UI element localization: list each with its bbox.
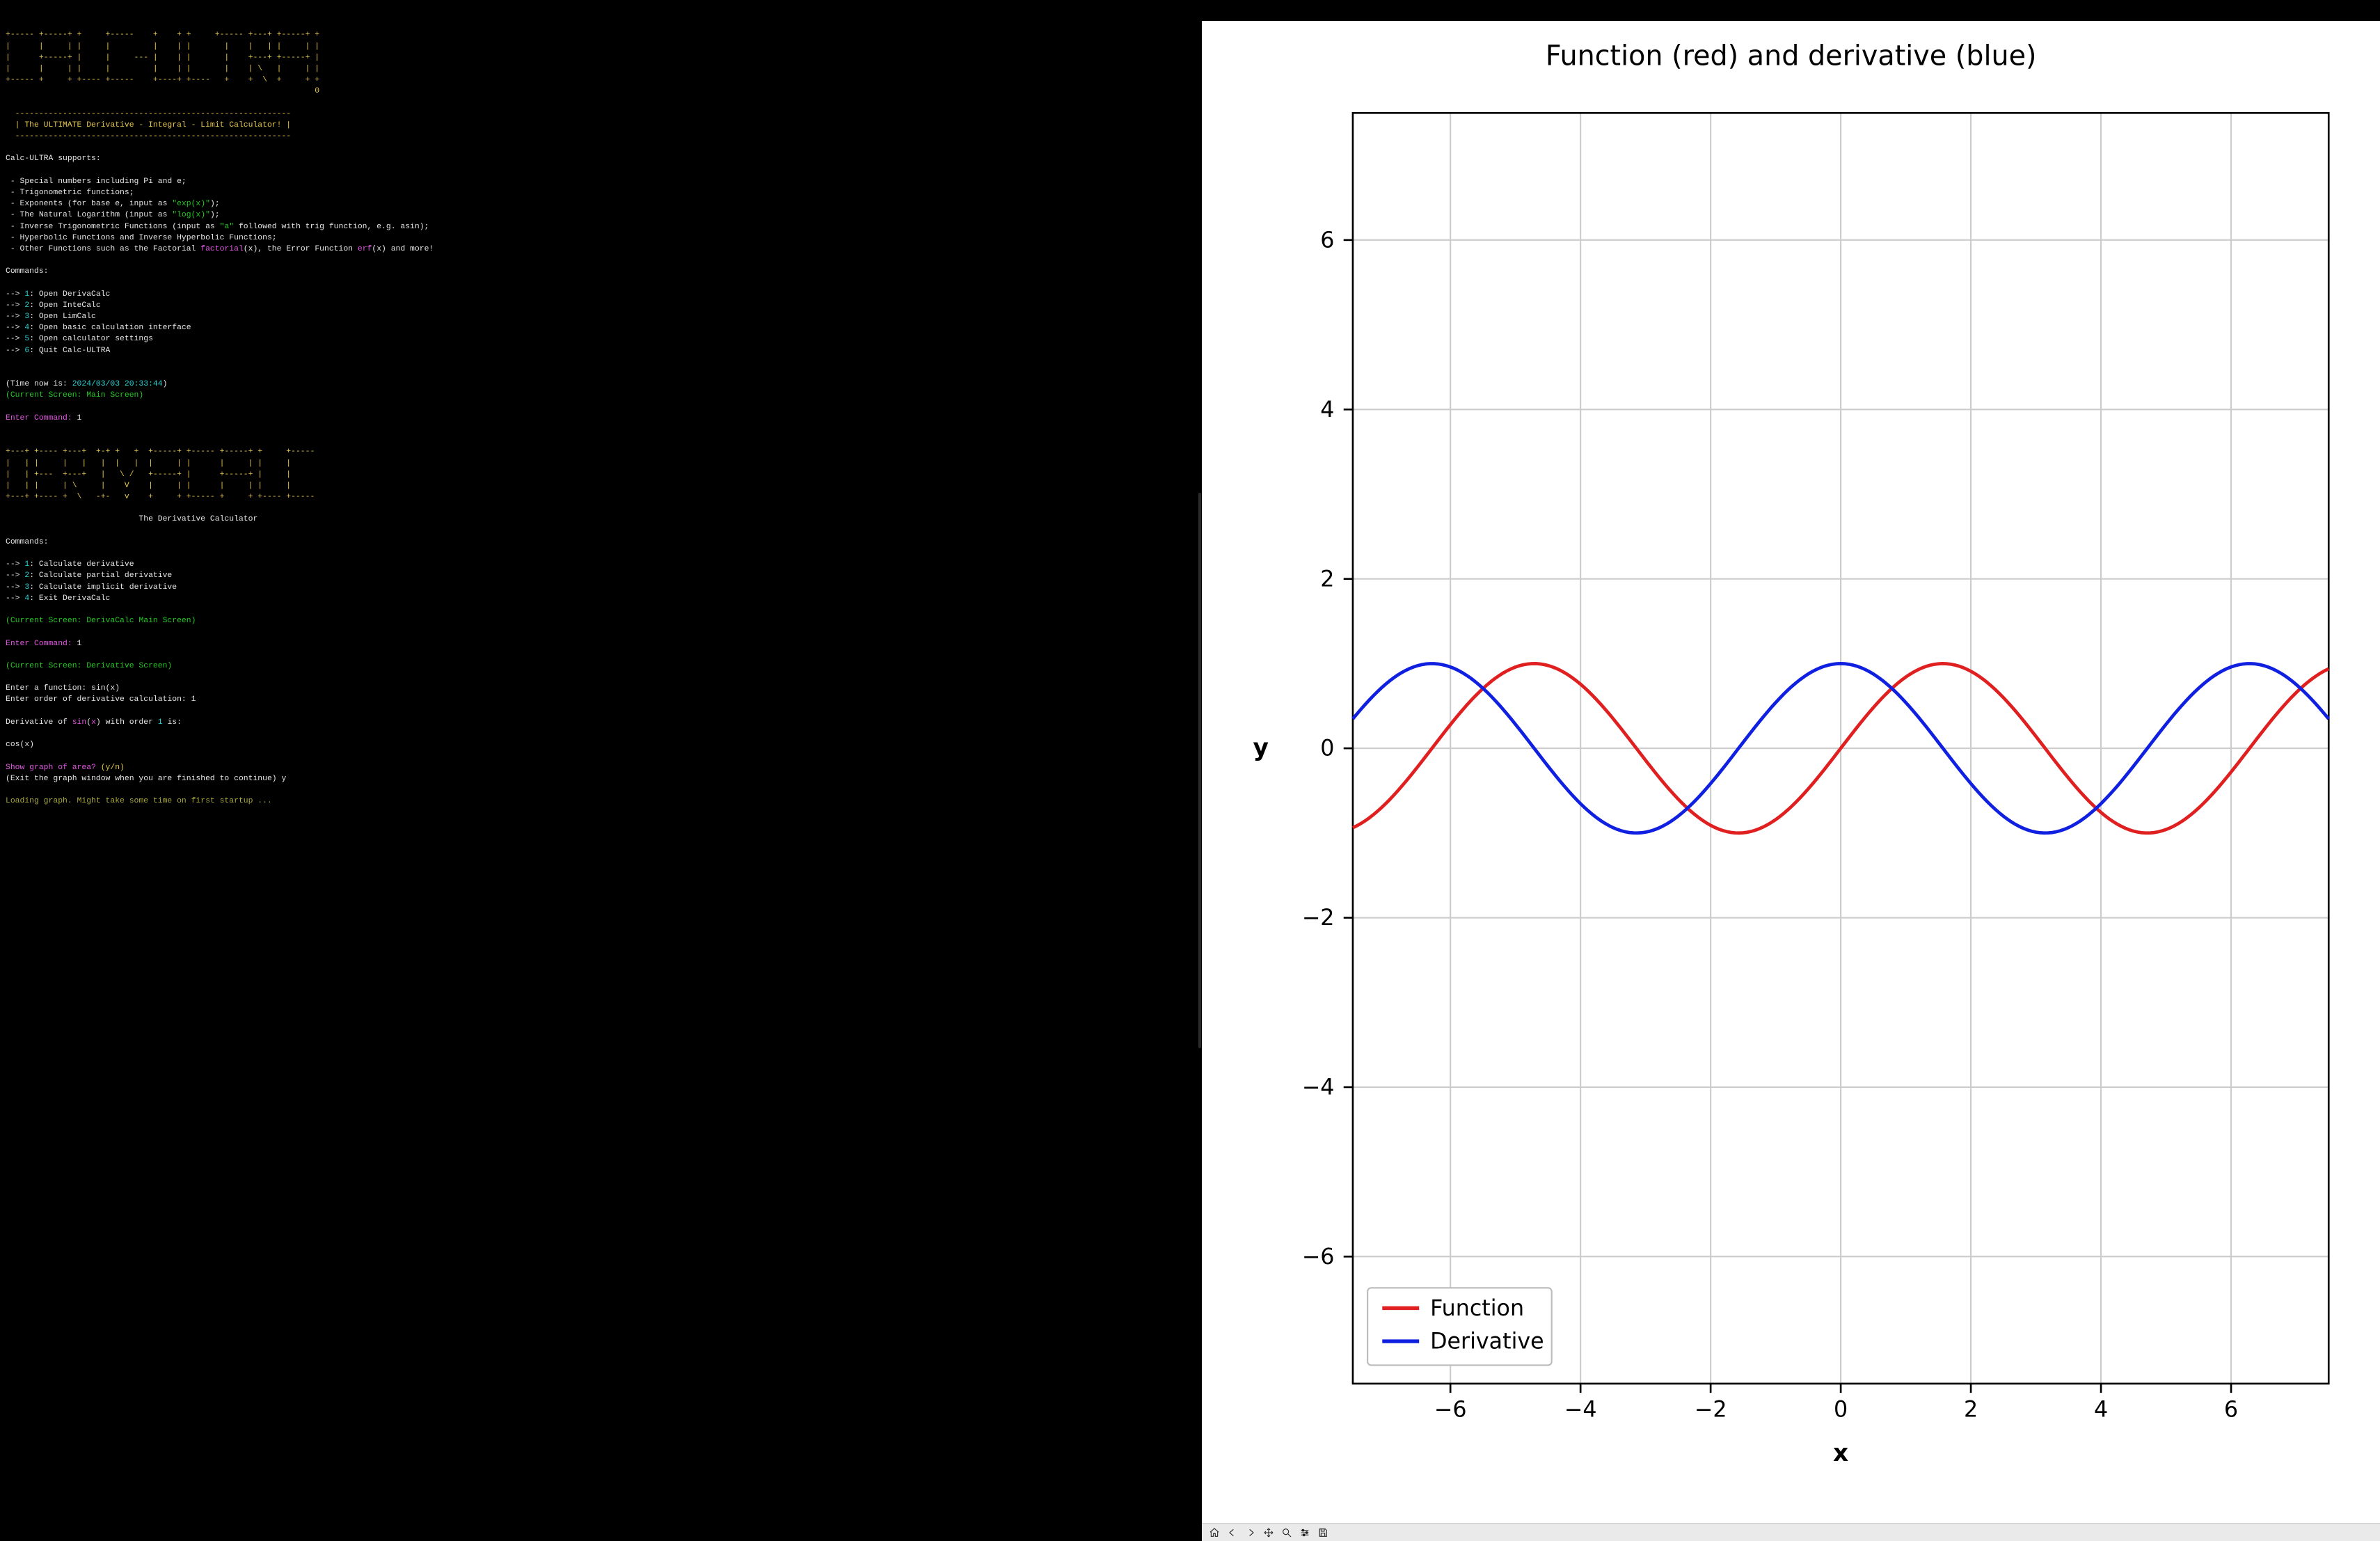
x-axis-label: x [1833, 1439, 1848, 1467]
banner-tagline: | The ULTIMATE Derivative - Integral - L… [6, 121, 291, 129]
home-icon[interactable] [1206, 1525, 1223, 1540]
current-screen: (Current Screen: Main Screen) [6, 391, 143, 400]
x-tick-label: 2 [1964, 1398, 1978, 1423]
y-tick-label: 6 [1320, 228, 1334, 253]
terminal-panel: +----- +-----+ + +----- + + + +----- +--… [0, 0, 1198, 1541]
derivacalc-commands-list: --> 1: Calculate derivative --> 2: Calcu… [6, 560, 177, 603]
back-icon[interactable] [1224, 1525, 1241, 1540]
plot-area[interactable]: Function (red) and derivative (blue) −6 −4… [1202, 21, 2380, 1523]
matplotlib-toolbar [1202, 1523, 2380, 1541]
supports-line: - The Natural Logarithm (input as "log(x… [6, 211, 220, 219]
enter-order-line[interactable]: Enter order of derivative calculation: 1 [6, 695, 196, 704]
supports-line: - Trigonometric functions; [6, 189, 134, 197]
y-tick-label: 2 [1320, 567, 1334, 592]
supports-heading: Calc-ULTRA supports: [6, 155, 101, 163]
result-line: Derivative of sin(x) with order 1 is: [6, 718, 182, 727]
current-screen: (Current Screen: DerivaCalc Main Screen) [6, 617, 196, 625]
exit-hint: (Exit the graph window when you are fini… [6, 775, 286, 783]
derivacalc-banner: +---+ +---- +---+ +-+ + + +-----+ +-----… [6, 448, 315, 501]
banner-divider: ----------------------------------------… [6, 132, 291, 141]
commands-list: --> 1: Open DerivaCalc --> 2: Open InteC… [6, 290, 191, 355]
x-tick-label: 4 [2094, 1398, 2108, 1423]
chart-title: Function (red) and derivative (blue) [1545, 40, 2036, 72]
legend-label: Function [1430, 1296, 1524, 1321]
banner-divider: ----------------------------------------… [6, 110, 291, 118]
x-tick-label: 0 [1834, 1398, 1848, 1423]
enter-function-line[interactable]: Enter a function: sin(x) [6, 684, 120, 693]
current-screen: (Current Screen: Derivative Screen) [6, 662, 172, 670]
save-icon[interactable] [1315, 1525, 1331, 1540]
supports-line: - Other Functions such as the Factorial … [6, 245, 434, 253]
supports-line: - Special numbers including Pi and e; [6, 177, 187, 186]
x-tick-label: −6 [1434, 1398, 1466, 1423]
enter-command-line[interactable]: Enter Command: 1 [6, 640, 81, 648]
time-line: (Time now is: 2024/03/03 20:33:44) [6, 380, 167, 388]
y-tick-label: −6 [1301, 1244, 1334, 1270]
calc-ultra-banner: +----- +-----+ + +----- + + + +----- +--… [6, 31, 319, 95]
x-tick-label: −4 [1564, 1398, 1596, 1423]
supports-line: - Exponents (for base e, input as "exp(x… [6, 200, 220, 208]
loading-message: Loading graph. Might take some time on f… [6, 797, 272, 805]
y-tick-label: −4 [1301, 1075, 1334, 1100]
supports-line: - Hyperbolic Functions and Inverse Hyper… [6, 234, 277, 242]
y-axis-label: y [1253, 734, 1268, 762]
supports-line: - Inverse Trigonometric Functions (input… [6, 223, 429, 231]
x-tick-label: −2 [1694, 1398, 1727, 1423]
commands-heading: Commands: [6, 267, 49, 276]
enter-command-line[interactable]: Enter Command: 1 [6, 414, 81, 422]
result-value: cos(x) [6, 741, 34, 749]
legend-label: Derivative [1430, 1329, 1544, 1354]
zoom-icon[interactable] [1278, 1525, 1295, 1540]
forward-icon[interactable] [1242, 1525, 1259, 1540]
x-tick-label: 6 [2224, 1398, 2238, 1423]
show-graph-line[interactable]: Show graph of area? (y/n) [6, 764, 125, 772]
configure-icon[interactable] [1296, 1525, 1313, 1540]
plot-panel: Function (red) and derivative (blue) −6 −4… [1202, 0, 2380, 1541]
derivacalc-title: The Derivative Calculator [6, 515, 257, 523]
pan-icon[interactable] [1260, 1525, 1277, 1540]
y-tick-label: 4 [1320, 397, 1334, 422]
app-root: +----- +-----+ + +----- + + + +----- +--… [0, 0, 2380, 1541]
commands-heading: Commands: [6, 538, 49, 546]
y-tick-label: 0 [1320, 736, 1334, 761]
y-tick-label: −2 [1301, 906, 1334, 931]
chart-svg[interactable]: Function (red) and derivative (blue) −6 −4… [1202, 21, 2380, 1523]
